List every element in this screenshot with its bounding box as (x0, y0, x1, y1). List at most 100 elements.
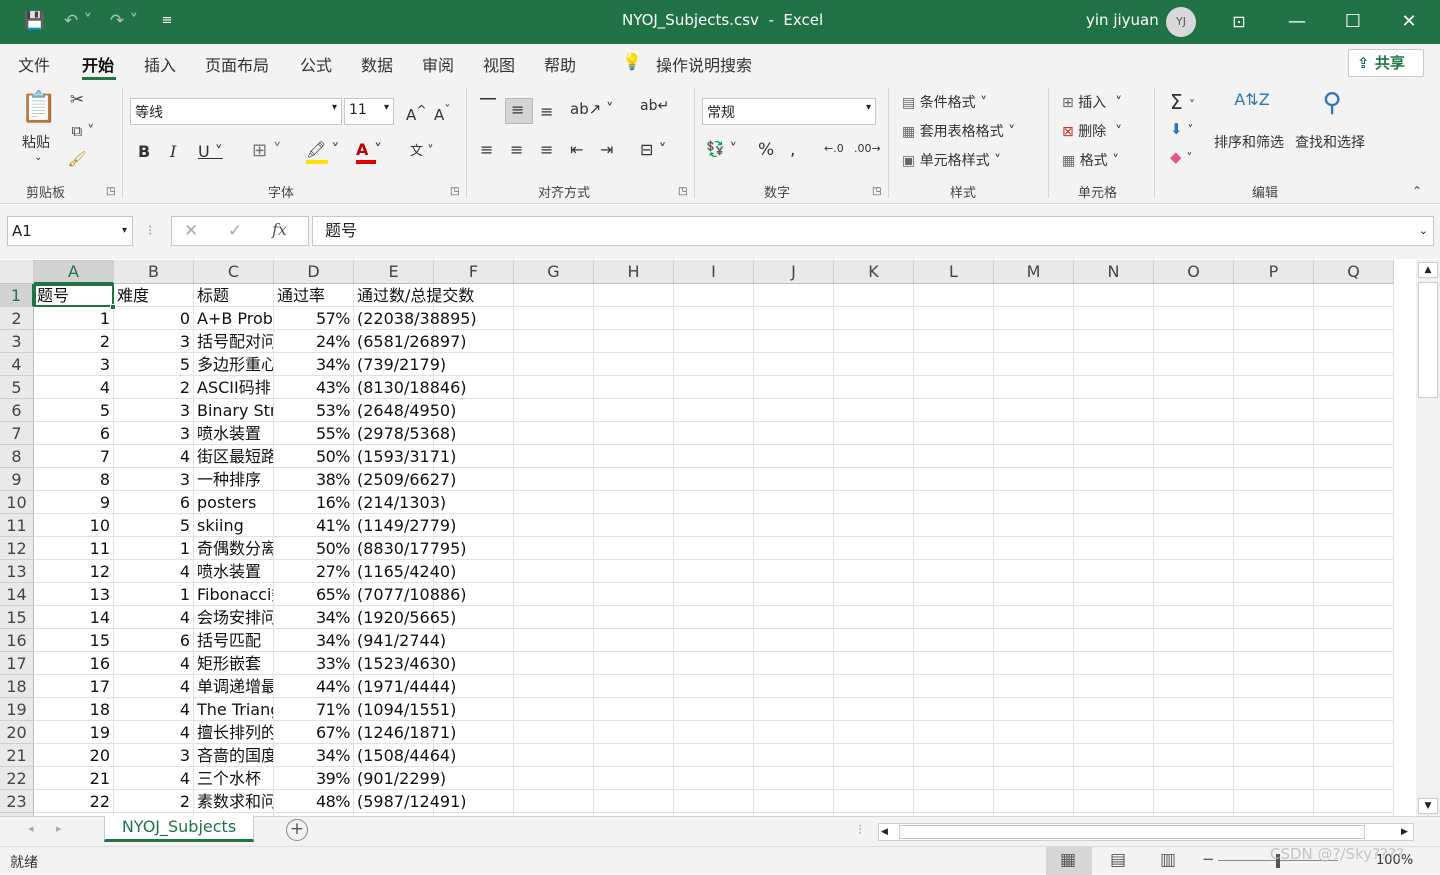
cell-f[interactable] (434, 721, 514, 744)
align-bottom-icon[interactable]: ≡ (540, 102, 553, 121)
tab-help[interactable]: 帮助 (544, 52, 576, 76)
cell-p[interactable] (1234, 445, 1314, 468)
cell-n[interactable] (1074, 491, 1154, 514)
cell-b[interactable]: 4 (114, 606, 194, 629)
cell-a[interactable]: 14 (34, 606, 114, 629)
cell-f[interactable] (434, 537, 514, 560)
cell-j[interactable] (754, 560, 834, 583)
cell-g[interactable] (514, 629, 594, 652)
cell-h[interactable] (594, 422, 674, 445)
cell-k[interactable] (834, 606, 914, 629)
row-header[interactable]: 23 (0, 790, 34, 813)
row-header[interactable]: 11 (0, 514, 34, 537)
cell-b[interactable]: 1 (114, 583, 194, 606)
cell-n[interactable] (1074, 422, 1154, 445)
borders-icon[interactable]: ⊞ ˅ (252, 140, 282, 161)
cell-p[interactable] (1234, 330, 1314, 353)
cell-g[interactable] (514, 560, 594, 583)
phonetic-icon[interactable]: 文 ˅ (410, 140, 434, 159)
cell-n[interactable] (1074, 537, 1154, 560)
find-select-label[interactable]: 查找和选择 (1295, 132, 1365, 152)
merge-center-icon[interactable]: ⊟ ˅ (640, 140, 667, 159)
cell-j[interactable] (754, 606, 834, 629)
cell-c[interactable]: 多边形重心 (194, 353, 274, 376)
paste-dropdown-icon[interactable]: ⌄ (34, 152, 42, 163)
cell-n[interactable] (1074, 514, 1154, 537)
cell-o[interactable] (1154, 307, 1234, 330)
cell-j[interactable] (754, 445, 834, 468)
avatar[interactable]: YJ (1166, 7, 1196, 37)
cell-b[interactable]: 4 (114, 767, 194, 790)
cell-o[interactable] (1154, 744, 1234, 767)
cell-n[interactable] (1074, 606, 1154, 629)
page-break-view-icon[interactable]: ▥ (1160, 850, 1176, 870)
cell-h[interactable] (594, 376, 674, 399)
cell-e[interactable]: (1246/1871) (354, 721, 456, 744)
cell-i[interactable] (674, 399, 754, 422)
cell-m[interactable] (994, 652, 1074, 675)
cell-a[interactable]: 1 (34, 307, 114, 330)
minimize-button[interactable]: — (1274, 0, 1320, 44)
scroll-down-button[interactable]: ▼ (1418, 798, 1438, 814)
cell-n[interactable] (1074, 790, 1154, 813)
cell-l[interactable] (914, 284, 994, 307)
column-header-o[interactable]: O (1154, 260, 1234, 284)
cell-h[interactable] (594, 514, 674, 537)
normal-view-icon[interactable]: ▦ (1060, 850, 1076, 870)
cell-f[interactable] (434, 652, 514, 675)
format-as-table-button[interactable]: ▦ 套用表格格式 ˅ (902, 121, 1015, 141)
cell-n[interactable] (1074, 307, 1154, 330)
cell-p[interactable] (1234, 583, 1314, 606)
cell-k[interactable] (834, 353, 914, 376)
row-header[interactable]: 21 (0, 744, 34, 767)
align-right-icon[interactable]: ≡ (540, 140, 553, 159)
cell-h[interactable] (594, 491, 674, 514)
cell-i[interactable] (674, 307, 754, 330)
cell-f[interactable] (434, 560, 514, 583)
cell-d[interactable]: 57% (274, 307, 354, 330)
cell-n[interactable] (1074, 583, 1154, 606)
cell-p[interactable] (1234, 698, 1314, 721)
cell-f[interactable] (434, 284, 514, 307)
cell-n[interactable] (1074, 560, 1154, 583)
cell-a[interactable]: 7 (34, 445, 114, 468)
cell-e[interactable]: (1149/2779) (354, 514, 456, 537)
cell-b[interactable]: 0 (114, 307, 194, 330)
cell-d[interactable]: 48% (274, 790, 354, 813)
row-header[interactable]: 5 (0, 376, 34, 399)
cell-p[interactable] (1234, 537, 1314, 560)
cell-b[interactable]: 6 (114, 629, 194, 652)
cell-o[interactable] (1154, 790, 1234, 813)
cell-o[interactable] (1154, 284, 1234, 307)
font-color-icon[interactable]: A ˅ (356, 140, 382, 159)
tab-file[interactable]: 文件 (18, 52, 50, 76)
cell-a[interactable]: 13 (34, 583, 114, 606)
cell-c[interactable]: 单调递增最 (194, 675, 274, 698)
worksheet-grid[interactable]: ABCDEFGHIJKLMNOPQ 1 题号 难度 标题 通过率 通过数/总提交数 2 1 0 A… (0, 260, 1416, 816)
cell-a[interactable]: 22 (34, 790, 114, 813)
cell-e[interactable]: (901/2299) (354, 767, 446, 790)
cell-p[interactable] (1234, 721, 1314, 744)
cell-m[interactable] (994, 284, 1074, 307)
cell-q[interactable] (1314, 744, 1394, 767)
cell-l[interactable] (914, 767, 994, 790)
cell-h[interactable] (594, 284, 674, 307)
maximize-button[interactable]: ☐ (1330, 0, 1376, 44)
column-header-d[interactable]: D (274, 260, 354, 284)
cell-d[interactable]: 55% (274, 422, 354, 445)
cell-q[interactable] (1314, 675, 1394, 698)
row-header[interactable]: 15 (0, 606, 34, 629)
share-button[interactable]: ⇪ 共享 (1348, 49, 1424, 77)
cell-q[interactable] (1314, 514, 1394, 537)
cell-i[interactable] (674, 698, 754, 721)
cell-g[interactable] (514, 330, 594, 353)
cell-q[interactable] (1314, 445, 1394, 468)
cell-p[interactable] (1234, 376, 1314, 399)
cell-i[interactable] (674, 629, 754, 652)
cell-c[interactable]: 一种排序 (194, 468, 274, 491)
cell-k[interactable] (834, 629, 914, 652)
cell-d[interactable]: 50% (274, 537, 354, 560)
cell-m[interactable] (994, 399, 1074, 422)
cell-b[interactable]: 2 (114, 790, 194, 813)
cell-i[interactable] (674, 514, 754, 537)
